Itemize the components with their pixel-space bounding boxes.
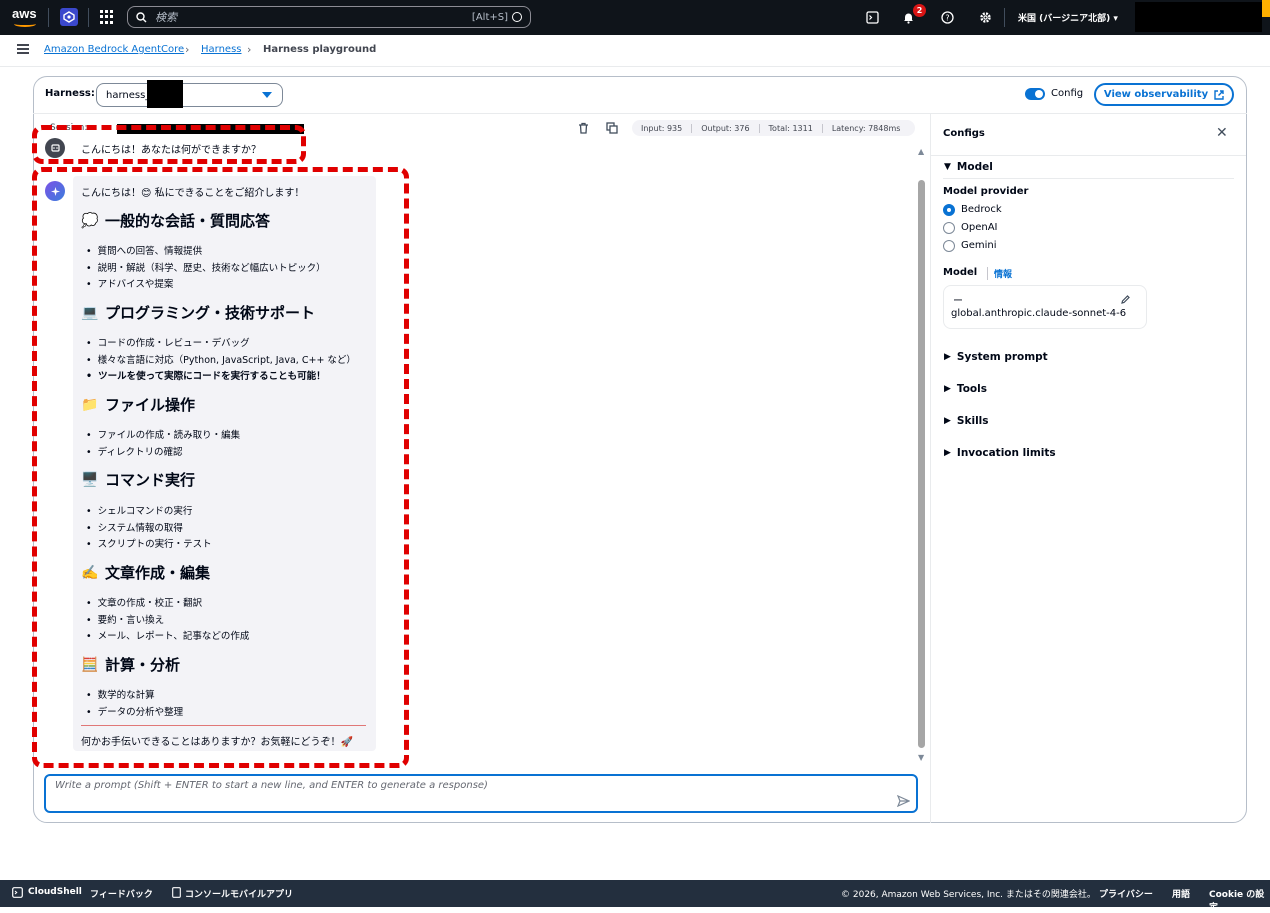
model-label: Model	[943, 267, 978, 278]
copyright: © 2026, Amazon Web Services, Inc. またはその関…	[841, 890, 1096, 900]
metric-input: Input: 935	[632, 123, 693, 133]
divider	[88, 8, 89, 27]
cookie-settings-link[interactable]: Cookie の設定	[1209, 887, 1270, 913]
system-prompt-section-header[interactable]: ▶ System prompt	[944, 351, 1048, 363]
redacted-block	[147, 80, 183, 108]
harness-label: Harness:	[45, 88, 95, 99]
panel-divider	[930, 114, 931, 823]
model-field[interactable]	[943, 285, 1147, 329]
radio-openai[interactable]	[943, 222, 955, 234]
caret-down-icon: ▼	[944, 162, 951, 172]
svg-text:?: ?	[945, 13, 949, 22]
model-value: global.anthropic.claude-sonnet-4-6	[951, 308, 1127, 319]
model-divider	[943, 178, 1234, 179]
scroll-up-arrow-icon[interactable]: ▲	[918, 147, 924, 156]
caret-right-icon: ▶	[944, 416, 951, 426]
harness-select-value: harness_	[106, 89, 151, 101]
metric-latency: Latency: 7848ms	[831, 123, 901, 133]
mobile-app-icon	[172, 887, 181, 901]
cloudshell-link[interactable]: CloudShell	[28, 887, 82, 897]
divider	[1004, 8, 1005, 27]
search-icon	[136, 11, 147, 22]
info-link[interactable]: 情報	[987, 267, 1012, 280]
amazon-q-icon	[512, 12, 522, 22]
trash-icon[interactable]	[578, 122, 589, 137]
metric-output: Output: 376	[692, 123, 760, 133]
caret-right-icon: ▶	[944, 352, 951, 362]
invocation-limits-section-header[interactable]: ▶ Invocation limits	[944, 447, 1056, 459]
view-observability-button[interactable]: View observability	[1094, 83, 1234, 106]
configs-divider	[931, 155, 1246, 156]
highlight-assistant-response	[32, 167, 409, 768]
breadcrumb-bar	[0, 35, 1270, 67]
header-divider	[33, 113, 1247, 114]
prompt-input[interactable]: Write a prompt (Shift + ENTER to start a…	[44, 774, 918, 813]
breadcrumb-current: Harness playground	[263, 44, 377, 55]
mobile-app-link[interactable]: コンソールモバイルアプリ	[185, 887, 293, 900]
skills-section-header[interactable]: ▶ Skills	[944, 415, 989, 427]
breadcrumb-harness[interactable]: Harness	[201, 44, 242, 55]
radio-gemini[interactable]	[943, 240, 955, 252]
search-shortcut: [Alt+S]	[471, 11, 508, 23]
radio-bedrock[interactable]	[943, 204, 955, 216]
token-metrics: Input: 935 Output: 376 Total: 1311 Laten…	[632, 120, 915, 136]
chevron-right-icon: ›	[185, 43, 190, 56]
caret-right-icon: ▶	[944, 448, 951, 458]
model-prefix: ー	[953, 296, 963, 307]
radio-openai-label[interactable]: OpenAI	[961, 222, 998, 233]
account-menu-redacted[interactable]	[1135, 2, 1262, 32]
agentcore-service-icon[interactable]	[60, 8, 78, 26]
model-section-header[interactable]: ▼ Model	[944, 161, 993, 173]
external-link-icon	[1214, 89, 1224, 100]
scroll-down-arrow-icon[interactable]: ▼	[918, 753, 924, 762]
help-icon[interactable]: ?	[939, 9, 955, 25]
side-navigation-menu-icon[interactable]	[17, 44, 29, 54]
radio-gemini-label[interactable]: Gemini	[961, 240, 997, 251]
notification-badge: 2	[913, 4, 926, 17]
radio-bedrock-label[interactable]: Bedrock	[961, 204, 1002, 215]
config-toggle-label: Config	[1051, 88, 1084, 99]
cloudshell-icon[interactable]	[864, 9, 880, 25]
feedback-link[interactable]: フィードバック	[90, 887, 153, 900]
configs-title: Configs	[943, 128, 985, 139]
caret-down-icon	[262, 92, 272, 98]
copy-icon[interactable]	[606, 122, 618, 137]
services-grid-icon[interactable]	[100, 10, 114, 24]
aws-logo[interactable]: aws	[12, 6, 40, 28]
top-navigation: aws 検索 [Alt+S] 2 ? 米国 (バージニア北部) ▾	[0, 0, 1270, 35]
divider	[48, 8, 49, 27]
search-input[interactable]: 検索 [Alt+S]	[127, 6, 531, 28]
send-icon[interactable]	[896, 794, 911, 810]
account-color-marker	[1262, 0, 1270, 17]
highlight-user-message	[32, 125, 306, 164]
privacy-link[interactable]: プライバシー	[1099, 887, 1153, 900]
close-icon[interactable]: ✕	[1216, 125, 1228, 141]
model-provider-label: Model provider	[943, 186, 1029, 197]
edit-pencil-icon[interactable]	[1120, 294, 1131, 308]
config-toggle[interactable]	[1025, 88, 1045, 100]
breadcrumb-agentcore[interactable]: Amazon Bedrock AgentCore	[44, 44, 184, 55]
chat-scrollbar-thumb[interactable]	[918, 180, 925, 748]
cloudshell-footer-icon[interactable]	[12, 887, 23, 901]
region-selector[interactable]: 米国 (バージニア北部) ▾	[1018, 11, 1118, 24]
chevron-right-icon: ›	[247, 43, 252, 56]
settings-gear-icon[interactable]	[977, 9, 993, 25]
terms-link[interactable]: 用語	[1172, 887, 1190, 900]
search-placeholder: 検索	[155, 11, 177, 24]
footer: CloudShell フィードバック コンソールモバイルアプリ © 2026, …	[0, 880, 1270, 913]
metric-total: Total: 1311	[760, 123, 823, 133]
harness-select[interactable]: harness_	[96, 80, 283, 108]
caret-right-icon: ▶	[944, 384, 951, 394]
tools-section-header[interactable]: ▶ Tools	[944, 383, 987, 395]
